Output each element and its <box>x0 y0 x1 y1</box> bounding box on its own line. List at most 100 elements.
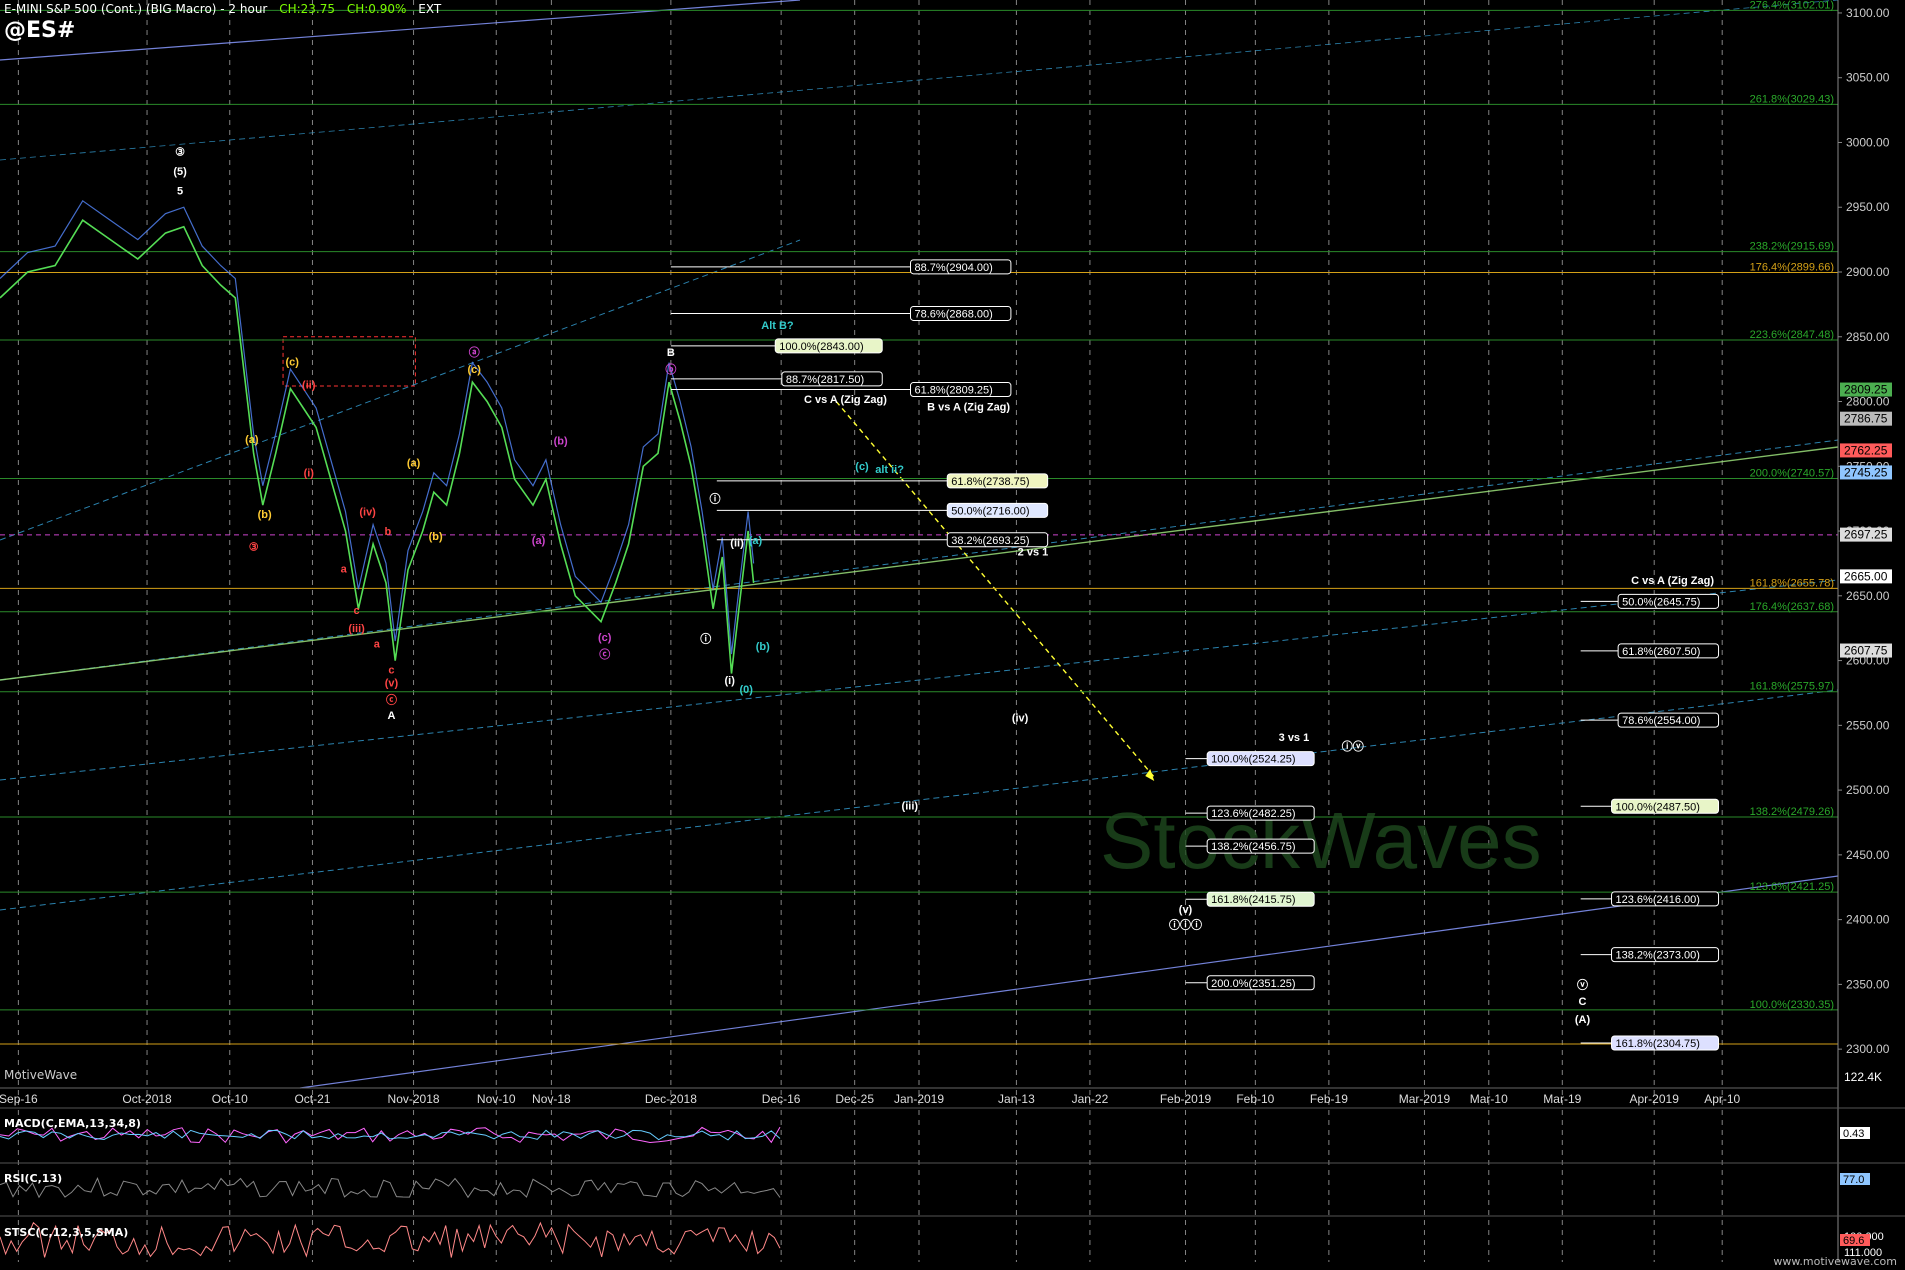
fib-box-label: 100.0%(2524.25) <box>1211 754 1295 766</box>
price-tick-label: 2400.00 <box>1846 913 1890 927</box>
wave-label: (v) <box>385 677 399 689</box>
date-tick-label: Dec-16 <box>762 1092 801 1106</box>
fib-box-label: 100.0%(2843.00) <box>779 341 863 353</box>
wave-label: B <box>667 347 675 359</box>
price-tick-label: 3050.00 <box>1846 71 1890 85</box>
fib-box-label: 161.8%(2415.75) <box>1211 894 1295 906</box>
wave-label: C vs A (Zig Zag) <box>1631 575 1714 587</box>
fib-box-label: 50.0%(2645.75) <box>1622 596 1700 608</box>
website-label: www.motivewave.com <box>1773 1255 1897 1268</box>
fib-box-label: 88.7%(2817.50) <box>786 374 864 386</box>
wave-label: (a) <box>245 434 259 446</box>
stoch-value: 69.6 <box>1843 1235 1864 1247</box>
wave-label: (iv) <box>1012 712 1029 724</box>
fib-box-label: 138.2%(2456.75) <box>1211 841 1295 853</box>
wave-label: (iii) <box>902 801 919 813</box>
wave-label: (b) <box>756 641 770 653</box>
date-tick-label: Mar-19 <box>1543 1092 1581 1106</box>
watermark: StockWaves <box>1100 796 1542 885</box>
orange-fib-label: 176.4%(2899.66) <box>1750 261 1834 273</box>
green-fib-label: 138.2%(2479.26) <box>1750 806 1834 818</box>
wave-label: (v) <box>1179 904 1193 916</box>
date-tick-label: Feb-19 <box>1310 1092 1348 1106</box>
price-tag-label: 2786.75 <box>1844 412 1888 426</box>
fib-box-label: 100.0%(2487.50) <box>1616 801 1700 813</box>
chart-grid <box>17 0 1723 1262</box>
wave-label: (b) <box>258 509 272 521</box>
price-tick-label: 2500.00 <box>1846 783 1890 797</box>
wave-label: (a) <box>532 535 546 547</box>
wave-label: (a) <box>749 535 763 547</box>
fib-box-label: 61.8%(2607.50) <box>1622 646 1700 658</box>
green-fib-label: 161.8%(2575.97) <box>1750 681 1834 693</box>
rsi-value: 77.0 <box>1843 1174 1864 1186</box>
rsi-label: RSI(C,13) <box>4 1172 63 1185</box>
green-fib-label: 123.6%(2421.25) <box>1750 881 1834 893</box>
green-fib-label: 100.0%(2330.35) <box>1750 999 1834 1011</box>
date-tick-label: Jan-13 <box>998 1092 1035 1106</box>
wave-label: (i) <box>724 675 735 687</box>
wave-label: (5) <box>173 166 187 178</box>
wave-label: alt ii? <box>875 464 904 476</box>
wave-label: (ii) <box>302 380 316 392</box>
green-fib-label: 261.8%(3029.43) <box>1750 93 1834 105</box>
wave-label: (c) <box>855 461 869 473</box>
wave-label: 2 vs 1 <box>1018 547 1049 559</box>
wave-label: (a) <box>407 457 421 469</box>
indicator-panels: 122.4K0.4377.0100.00069.6111.000 <box>0 1070 1905 1259</box>
wave-label: ⓘ <box>700 631 711 645</box>
price-tag-label: 2607.75 <box>1844 644 1888 658</box>
wave-label: 5 <box>177 185 183 197</box>
wave-labels: ③(5)5(a)(b)③(c)(ii)(i)(iv)bac(iii)ac(v)ⓒ… <box>173 146 1714 1026</box>
price-tick-label: 3000.00 <box>1846 135 1890 149</box>
price-chart[interactable]: 276.4%(3102.01) 261.8%(3029.43) 238.2%(291… <box>0 0 1905 1270</box>
price-tag-label: 2697.25 <box>1844 528 1888 542</box>
price-series <box>0 199 755 674</box>
fib-box-label: 38.2%(2693.25) <box>951 535 1029 547</box>
date-tick-label: Oct-21 <box>294 1092 330 1106</box>
date-tick-label: Mar-10 <box>1470 1092 1508 1106</box>
date-tick-label: Feb-2019 <box>1160 1092 1212 1106</box>
fib-box-label: 161.8%(2304.75) <box>1616 1038 1700 1050</box>
green-fib-label: 200.0%(2740.57) <box>1750 467 1834 479</box>
wave-label: ⓑ <box>665 362 676 376</box>
wave-label: 3 vs 1 <box>1279 732 1310 744</box>
wave-label: (i) <box>304 468 315 480</box>
wave-label: A <box>388 710 396 722</box>
fib-box-label: 123.6%(2482.25) <box>1211 808 1295 820</box>
fib-box-label: 78.6%(2868.00) <box>915 308 993 320</box>
date-tick-label: Apr-10 <box>1704 1092 1740 1106</box>
date-tick-label: Apr-2019 <box>1630 1092 1680 1106</box>
wave-label: ⓥ <box>1577 977 1588 991</box>
wave-label: (0) <box>740 684 754 696</box>
date-tick-label: Nov-10 <box>477 1092 516 1106</box>
wave-label: ⓘ <box>709 492 720 506</box>
fib-box-label: 61.8%(2738.75) <box>951 476 1029 488</box>
wave-label: c <box>388 665 394 677</box>
wave-label: ⓘⓥ <box>1342 739 1364 753</box>
wave-label: b <box>384 526 391 538</box>
wave-label: (c) <box>467 364 481 376</box>
date-tick-label: Jan-22 <box>1072 1092 1109 1106</box>
wave-label: ⓐ <box>469 345 480 359</box>
wave-label: ③ <box>249 541 259 553</box>
wave-label: (iii) <box>348 623 365 635</box>
price-tick-label: 3100.00 <box>1846 6 1890 20</box>
stoch-label: STSC(C,12,3,5,SMA) <box>4 1226 129 1239</box>
date-tick-label: Nov-2018 <box>388 1092 440 1106</box>
date-tick-label: Dec-2018 <box>645 1092 697 1106</box>
fib-box-label: 78.6%(2554.00) <box>1622 715 1700 727</box>
wave-label: (iv) <box>359 507 376 519</box>
wave-label: (b) <box>429 531 443 543</box>
wave-label: (c) <box>598 632 612 644</box>
fib-box-label: 50.0%(2716.00) <box>951 505 1029 517</box>
price-tick-label: 2650.00 <box>1846 589 1890 603</box>
wave-label: (A) <box>1575 1014 1591 1026</box>
macd-label: MACD(C,EMA,13,34,8) <box>4 1117 141 1130</box>
date-tick-label: Mar-2019 <box>1399 1092 1451 1106</box>
date-tick-label: Oct-2018 <box>122 1092 172 1106</box>
wave-label: (c) <box>286 356 300 368</box>
wave-label: ⓒ <box>386 692 397 706</box>
wave-label: a <box>374 639 381 651</box>
green-fib-label: 176.4%(2637.68) <box>1750 601 1834 613</box>
